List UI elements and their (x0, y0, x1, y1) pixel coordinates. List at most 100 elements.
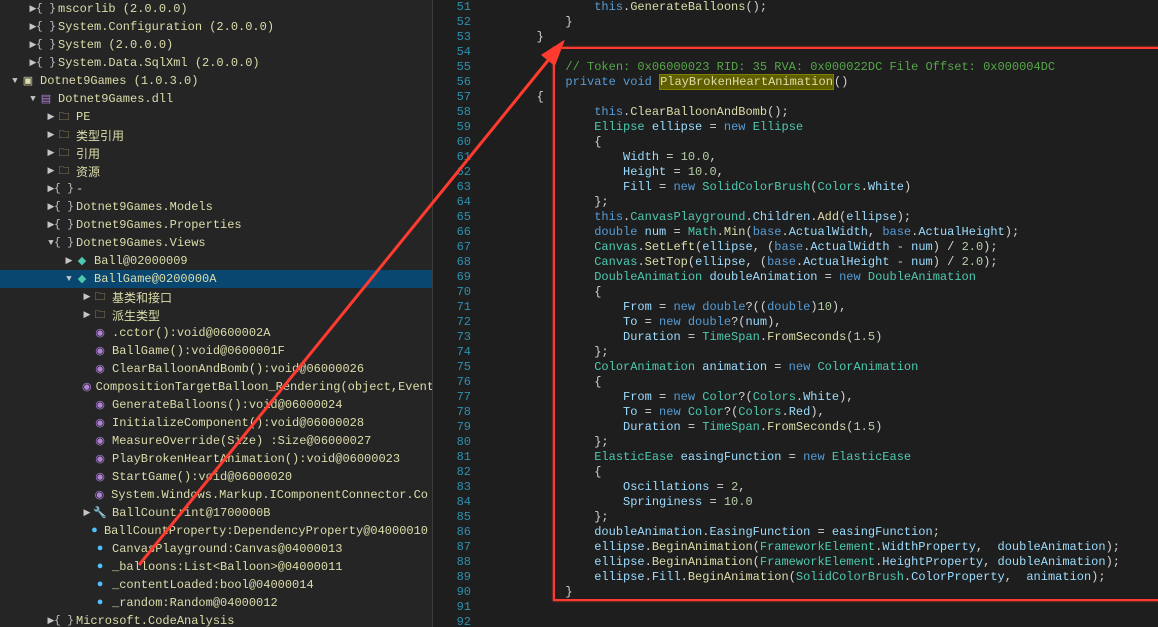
line-number: 75 (433, 360, 471, 375)
line-number: 66 (433, 225, 471, 240)
code-area[interactable]: this.GenerateBalloons(); } } // Token: 0… (479, 0, 1158, 627)
tree-item[interactable]: ◉InitializeComponent() : void @06000028 (0, 414, 432, 432)
expand-arrow[interactable] (82, 292, 92, 302)
class-icon: ◆ (74, 272, 90, 286)
tree-item[interactable]: ◉MeasureOverride(Size) : Size @06000027 (0, 432, 432, 450)
line-number: 85 (433, 510, 471, 525)
expand-arrow[interactable] (46, 166, 56, 176)
prop-icon: 🔧 (92, 506, 108, 520)
tree-item[interactable]: ◉StartGame() : void @06000020 (0, 468, 432, 486)
tree-item[interactable]: ●BallCountProperty : DependencyProperty … (0, 522, 432, 540)
tree-item[interactable]: ◉.cctor() : void @0600002A (0, 324, 432, 342)
tree-item[interactable]: { }- (0, 180, 432, 198)
method-icon: ◉ (92, 344, 108, 358)
tree-item[interactable]: ▤Dotnet9Games.dll (0, 90, 432, 108)
folder-icon: 🗀 (56, 110, 72, 124)
tree-item[interactable]: { }mscorlib (2.0.0.0) (0, 0, 432, 18)
tree-item[interactable]: { }System.Configuration (2.0.0.0) (0, 18, 432, 36)
field-icon: ● (89, 524, 100, 538)
code-text[interactable]: this.GenerateBalloons(); } } // Token: 0… (479, 0, 1158, 600)
method-icon: ◉ (82, 380, 92, 394)
line-number: 74 (433, 345, 471, 360)
line-number: 56 (433, 75, 471, 90)
assembly-tree[interactable]: { }mscorlib (2.0.0.0){ }System.Configura… (0, 0, 433, 627)
ns-icon: { } (38, 56, 54, 70)
tree-item[interactable]: ◉System.Windows.Markup.IComponentConnect… (0, 486, 432, 504)
method-icon: ◉ (92, 434, 108, 448)
line-number: 88 (433, 555, 471, 570)
line-number: 78 (433, 405, 471, 420)
line-number: 63 (433, 180, 471, 195)
ns-icon: { } (38, 2, 54, 16)
line-number: 58 (433, 105, 471, 120)
tree-item[interactable]: 🗀派生类型 (0, 306, 432, 324)
tree-item[interactable]: ●_contentLoaded : bool @04000014 (0, 576, 432, 594)
method-icon: ◉ (92, 452, 108, 466)
method-icon: ◉ (92, 488, 107, 502)
tree-item[interactable]: 🗀PE (0, 108, 432, 126)
line-number: 86 (433, 525, 471, 540)
tree-item[interactable]: { }Dotnet9Games.Views (0, 234, 432, 252)
line-number: 84 (433, 495, 471, 510)
line-number: 62 (433, 165, 471, 180)
line-number: 80 (433, 435, 471, 450)
line-number: 72 (433, 315, 471, 330)
code-editor[interactable]: 5152535455565758596061626364656667686970… (433, 0, 1158, 627)
tree-item[interactable]: 🗀资源 (0, 162, 432, 180)
tree-item[interactable]: { }System.Data.SqlXml (2.0.0.0) (0, 54, 432, 72)
tree-item[interactable]: { }System (2.0.0.0) (0, 36, 432, 54)
ns-icon: { } (56, 200, 72, 214)
ns-icon: { } (56, 182, 72, 196)
expand-arrow[interactable] (82, 508, 92, 518)
tree-item[interactable]: ◆BallGame @0200000A (0, 270, 432, 288)
expand-arrow[interactable] (64, 274, 74, 284)
tree-item[interactable]: 🔧BallCount : int @1700000B (0, 504, 432, 522)
expand-arrow[interactable] (82, 310, 92, 320)
folder-icon: 🗀 (92, 308, 108, 322)
tree-item[interactable]: ●CanvasPlayground : Canvas @04000013 (0, 540, 432, 558)
tree-item[interactable]: ◉CompositionTargetBalloon_Rendering(obje… (0, 378, 432, 396)
tree-item[interactable]: { }Dotnet9Games.Properties (0, 216, 432, 234)
tree-item[interactable]: ◉PlayBrokenHeartAnimation() : void @0600… (0, 450, 432, 468)
tree-item[interactable]: { }Dotnet9Games.Models (0, 198, 432, 216)
tree-item[interactable]: ●_random : Random @04000012 (0, 594, 432, 612)
tree-item[interactable]: ◉ClearBalloonAndBomb() : void @06000026 (0, 360, 432, 378)
box-icon: ▣ (20, 74, 36, 88)
tree-item[interactable]: { }Microsoft.CodeAnalysis (0, 612, 432, 627)
line-number: 79 (433, 420, 471, 435)
method-icon: ◉ (92, 470, 108, 484)
expand-arrow[interactable] (46, 130, 56, 140)
expand-arrow[interactable] (64, 256, 74, 266)
ns-icon: { } (56, 614, 72, 627)
line-number: 61 (433, 150, 471, 165)
tree-item[interactable]: 🗀基类和接口 (0, 288, 432, 306)
tree-item[interactable]: ▣Dotnet9Games (1.0.3.0) (0, 72, 432, 90)
line-number: 82 (433, 465, 471, 480)
tree-item[interactable]: 🗀类型引用 (0, 126, 432, 144)
folder-icon: 🗀 (92, 290, 108, 304)
expand-arrow[interactable] (46, 112, 56, 122)
expand-arrow[interactable] (28, 94, 38, 104)
line-number: 65 (433, 210, 471, 225)
tree-item[interactable]: ●_balloons : List<Balloon> @04000011 (0, 558, 432, 576)
method-icon: ◉ (92, 416, 108, 430)
method-icon: ◉ (92, 398, 108, 412)
line-number: 91 (433, 600, 471, 615)
method-icon: ◉ (92, 362, 108, 376)
line-number: 55 (433, 60, 471, 75)
line-number: 54 (433, 45, 471, 60)
tree-item[interactable]: ◉BallGame() : void @0600001F (0, 342, 432, 360)
expand-arrow[interactable] (46, 148, 56, 158)
line-number: 60 (433, 135, 471, 150)
expand-arrow[interactable] (10, 76, 20, 86)
field-icon: ● (92, 596, 108, 610)
tree-item[interactable]: 🗀引用 (0, 144, 432, 162)
line-number: 83 (433, 480, 471, 495)
line-number: 59 (433, 120, 471, 135)
tree-item[interactable]: ◉GenerateBalloons() : void @06000024 (0, 396, 432, 414)
line-number: 53 (433, 30, 471, 45)
line-number: 81 (433, 450, 471, 465)
dll-icon: ▤ (38, 92, 54, 106)
ns-icon: { } (38, 20, 54, 34)
tree-item[interactable]: ◆Ball @02000009 (0, 252, 432, 270)
